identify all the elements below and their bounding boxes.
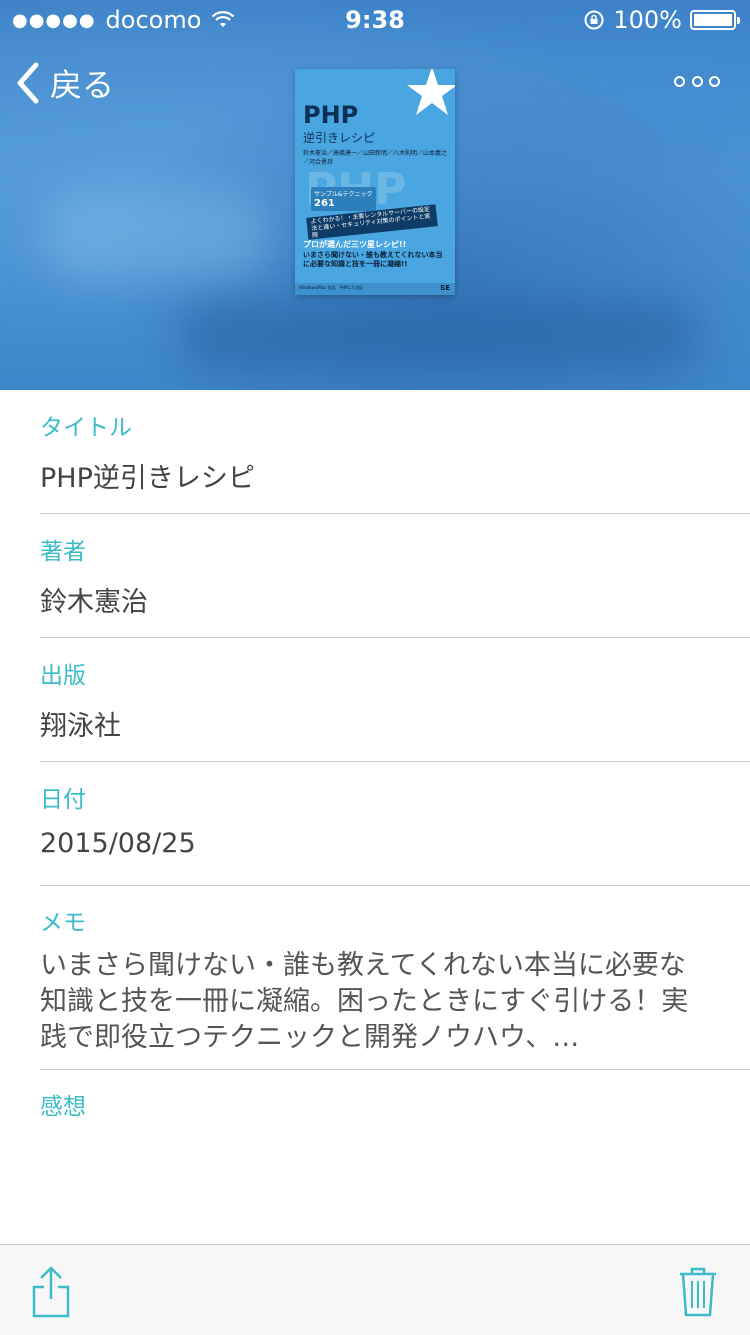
cover-promo: プロが選んだ三ツ星レシピ!! [303,240,407,249]
ellipsis-icon [691,75,703,87]
star-badge-icon [407,69,455,115]
more-button[interactable] [674,70,720,92]
publisher-value[interactable]: 翔泳社 [40,704,121,743]
cover-badge-label: サンプル&テクニック [314,191,373,198]
publisher-label: 出版 [40,663,86,689]
divider [40,1069,750,1070]
cover-title: PHP [303,101,359,129]
cover-badge: サンプル&テクニック 261 [311,187,376,211]
cover-subtitle: 逆引きレシピ [303,131,376,145]
divider [40,637,750,638]
trash-icon[interactable] [678,1265,718,1317]
header-background: ●●●●● docomo 9:38 100% 戻る PHP 逆引きレシピ 鈴木憲… [0,0,750,390]
divider [40,885,750,886]
author-value[interactable]: 鈴木憲治 [40,580,148,619]
background-blur [180,300,700,370]
cover-footer-bar: Windows/Mac 対応 PHP5.3 対応 SE [295,283,455,295]
date-label: 日付 [40,787,86,813]
ellipsis-icon [709,75,720,87]
title-label: タイトル [40,415,132,441]
impression-label: 感想 [40,1094,86,1120]
publisher-logo: SE [440,284,450,292]
battery-icon [690,10,740,30]
cover-footer: Windows/Mac 対応 PHP5.3 対応 [299,285,364,290]
status-bar: ●●●●● docomo 9:38 100% [0,0,750,40]
memo-label: メモ [40,910,86,936]
cover-authors: 鈴木憲治／高橋達一／山田新明／八木則明／山本義之／河合勇持 [303,150,448,166]
back-label: 戻る [50,66,115,104]
divider [40,761,750,762]
date-value[interactable]: 2015/08/25 [40,828,196,859]
ellipsis-icon [674,75,685,87]
chevron-left-icon [17,62,39,104]
status-right: 100% [583,6,740,34]
divider [40,513,750,514]
book-cover: PHP PHP 逆引きレシピ 鈴木憲治／高橋達一／山田新明／八木則明／山本義之／… [295,69,455,295]
back-button[interactable]: 戻る [14,60,114,106]
battery-percent: 100% [613,6,682,34]
cover-headline: いまさら聞けない・誰も教えてくれない本当に必要な知識と技を一冊に凝縮!! [303,251,443,268]
share-icon[interactable] [30,1265,72,1319]
memo-value[interactable]: いまさら聞けない・誰も教えてくれない本当に必要な知識と技を一冊に凝縮。困ったとき… [40,948,700,1056]
background-blur [40,190,270,280]
author-label: 著者 [40,539,86,565]
rotation-lock-icon [584,10,604,30]
cover-badge-number: 261 [314,198,335,209]
bottom-toolbar [0,1244,750,1335]
title-value[interactable]: PHP逆引きレシピ [40,456,255,495]
